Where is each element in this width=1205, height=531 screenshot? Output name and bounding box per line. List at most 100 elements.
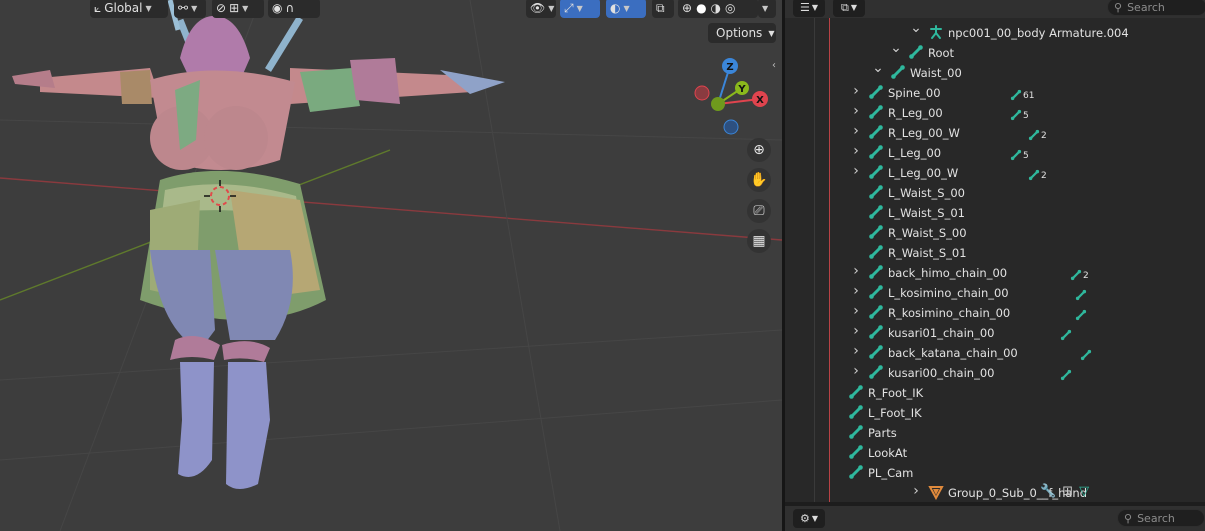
- expand-arrow-icon[interactable]: ›: [850, 121, 862, 141]
- tree-row[interactable]: R_Waist_S_00: [785, 222, 1205, 242]
- tree-row[interactable]: › kusari00_chain_00: [785, 362, 1205, 382]
- tree-row[interactable]: R_Waist_S_01: [785, 242, 1205, 262]
- child-bones-badge[interactable]: [1075, 285, 1088, 301]
- transform-orientation-dropdown[interactable]: ⟀ Global ▼: [90, 0, 168, 18]
- pan-hand-icon[interactable]: ✋: [747, 168, 771, 192]
- bone-icon: [868, 184, 884, 200]
- expand-arrow-icon[interactable]: ›: [850, 261, 862, 281]
- child-bones-badge[interactable]: 2: [1070, 265, 1089, 281]
- child-bones-badge[interactable]: [1060, 365, 1073, 381]
- tree-row[interactable]: Parts: [785, 422, 1205, 442]
- tree-row[interactable]: › Spine_00 61: [785, 82, 1205, 102]
- snapping-dropdown[interactable]: ⊘ ⊞ ▼: [212, 0, 264, 18]
- child-bones-badge[interactable]: 5: [1010, 145, 1029, 161]
- properties-search[interactable]: ⚲: [1117, 509, 1205, 527]
- tree-row[interactable]: PL_Cam: [785, 462, 1205, 482]
- tree-row[interactable]: ⌄ Waist_00: [785, 60, 1205, 82]
- xray-toggle[interactable]: ⧉: [652, 0, 674, 18]
- display-mode-dropdown[interactable]: ⧉ ▼: [833, 0, 865, 17]
- tree-row[interactable]: ⌄ npc001_00_body Armature.004: [785, 20, 1205, 42]
- expand-arrow-icon[interactable]: ›: [850, 281, 862, 301]
- tree-row-label: LookAt: [868, 446, 908, 460]
- vertex-groups-icon[interactable]: ⊞: [1062, 484, 1073, 499]
- tree-row[interactable]: › L_kosimino_chain_00: [785, 282, 1205, 302]
- tree-row[interactable]: › L_Leg_00_W 2: [785, 162, 1205, 182]
- child-bones-badge[interactable]: 2: [1028, 125, 1047, 141]
- chevron-down-icon: ▼: [242, 3, 249, 13]
- expand-arrow-icon[interactable]: ›: [850, 161, 862, 181]
- child-count: 5: [1023, 111, 1029, 121]
- bone-icon: [868, 84, 884, 100]
- collapse-arrow-icon[interactable]: ⌄: [872, 58, 884, 78]
- properties-search-input[interactable]: [1137, 511, 1205, 525]
- tree-row[interactable]: › R_Leg_00_W 2: [785, 122, 1205, 142]
- child-bones-badge[interactable]: [1080, 345, 1093, 361]
- proportional-editing-dropdown[interactable]: ◉ ∩: [268, 0, 320, 18]
- expand-arrow-icon[interactable]: ›: [910, 481, 922, 501]
- snap-toggle-icon: ⊘: [216, 1, 227, 15]
- gizmo-neg-x-handle[interactable]: [694, 85, 710, 101]
- outliner-panel[interactable]: ☰ ▼ ⧉ ▼ ⚲ ⌄ npc001_00_body Armature.004 ⌄ R…: [785, 0, 1205, 502]
- collapse-arrow-icon[interactable]: ⌄: [890, 38, 902, 58]
- options-dropdown[interactable]: Options ▼: [708, 23, 776, 43]
- tree-row[interactable]: › L_Leg_00 5: [785, 142, 1205, 162]
- child-bones-badge[interactable]: [1075, 305, 1088, 321]
- tree-row-label: Parts: [868, 426, 897, 440]
- tree-row[interactable]: › Group_0_Sub_0__f_hand 🔧 ⊞ ▽: [785, 482, 1205, 502]
- tree-row[interactable]: › kusari01_chain_00: [785, 322, 1205, 342]
- navigation-gizmo[interactable]: Z Y X: [690, 54, 774, 138]
- tree-row[interactable]: › R_kosimino_chain_00: [785, 302, 1205, 322]
- child-count: 2: [1041, 171, 1047, 181]
- chevron-down-icon: ▼: [811, 3, 819, 12]
- expand-arrow-icon[interactable]: ›: [850, 81, 862, 101]
- properties-editor-type-dropdown[interactable]: ⚙ ▼: [793, 509, 825, 528]
- armature-icon: [928, 24, 944, 40]
- gizmo-neg-y-handle[interactable]: [711, 97, 725, 111]
- gizmo-toggle[interactable]: ⤢ ▼: [560, 0, 600, 18]
- mesh-data-icon[interactable]: ▽: [1079, 484, 1089, 499]
- tree-row[interactable]: LookAt: [785, 442, 1205, 462]
- tree-row[interactable]: L_Waist_S_00: [785, 182, 1205, 202]
- expand-arrow-icon[interactable]: ›: [850, 321, 862, 341]
- 3d-viewport[interactable]: ⟀ Global ▼ ⚯ ▼ ⊘ ⊞ ▼ ◉ ∩ 👁 ▼ ⤢ ▼ ◐ ▼ ⧉ ⊕…: [0, 0, 782, 531]
- camera-view-icon[interactable]: ⎚: [747, 199, 771, 223]
- tree-row[interactable]: › back_himo_chain_00 2: [785, 262, 1205, 282]
- tree-row-label: back_katana_chain_00: [888, 346, 1018, 360]
- tree-row[interactable]: ⌄ Root: [785, 40, 1205, 62]
- rendered-shading-icon[interactable]: ◎: [725, 1, 735, 15]
- child-bones-badge[interactable]: 5: [1010, 105, 1029, 121]
- expand-arrow-icon[interactable]: ›: [850, 341, 862, 361]
- child-bones-badge[interactable]: 61: [1010, 85, 1034, 101]
- tree-row[interactable]: L_Waist_S_01: [785, 202, 1205, 222]
- pivot-point-dropdown[interactable]: ⚯ ▼: [174, 0, 206, 18]
- scene-render[interactable]: [0, 0, 782, 531]
- child-bones-badge[interactable]: [1060, 325, 1073, 341]
- expand-arrow-icon[interactable]: ›: [850, 101, 862, 121]
- child-bones-badge[interactable]: 2: [1028, 165, 1047, 181]
- gizmo-neg-z-handle[interactable]: [723, 119, 739, 135]
- zoom-icon[interactable]: ⊕: [747, 138, 771, 162]
- character-model[interactable]: [12, 0, 505, 489]
- child-count: 2: [1083, 271, 1089, 281]
- editor-type-dropdown[interactable]: ☰ ▼: [793, 0, 825, 17]
- material-shading-icon[interactable]: ◑: [711, 1, 721, 15]
- overlays-toggle[interactable]: ◐ ▼: [606, 0, 646, 18]
- wrench-icon[interactable]: 🔧: [1040, 484, 1056, 499]
- expand-arrow-icon[interactable]: ›: [850, 301, 862, 321]
- properties-header: ⚙ ▼ ⚲: [785, 502, 1205, 531]
- tree-row[interactable]: R_Foot_IK: [785, 382, 1205, 402]
- outliner-search-input[interactable]: [1127, 0, 1198, 14]
- tree-row[interactable]: › back_katana_chain_00: [785, 342, 1205, 362]
- solid-shading-icon[interactable]: ●: [696, 1, 706, 15]
- tree-row[interactable]: L_Foot_IK: [785, 402, 1205, 422]
- shading-mode-group[interactable]: ⊕ ● ◑ ◎: [678, 0, 758, 18]
- ortho-grid-icon[interactable]: ▦: [747, 229, 771, 253]
- visibility-dropdown[interactable]: 👁 ▼: [526, 0, 556, 18]
- expand-arrow-icon[interactable]: ›: [850, 141, 862, 161]
- expand-arrow-icon[interactable]: ›: [850, 361, 862, 381]
- wireframe-shading-icon[interactable]: ⊕: [682, 1, 692, 15]
- outliner-search[interactable]: ⚲: [1107, 0, 1205, 16]
- tree-row[interactable]: › R_Leg_00 5: [785, 102, 1205, 122]
- shading-options-dropdown[interactable]: ▼: [758, 0, 776, 18]
- collapse-arrow-icon[interactable]: ⌄: [910, 18, 922, 38]
